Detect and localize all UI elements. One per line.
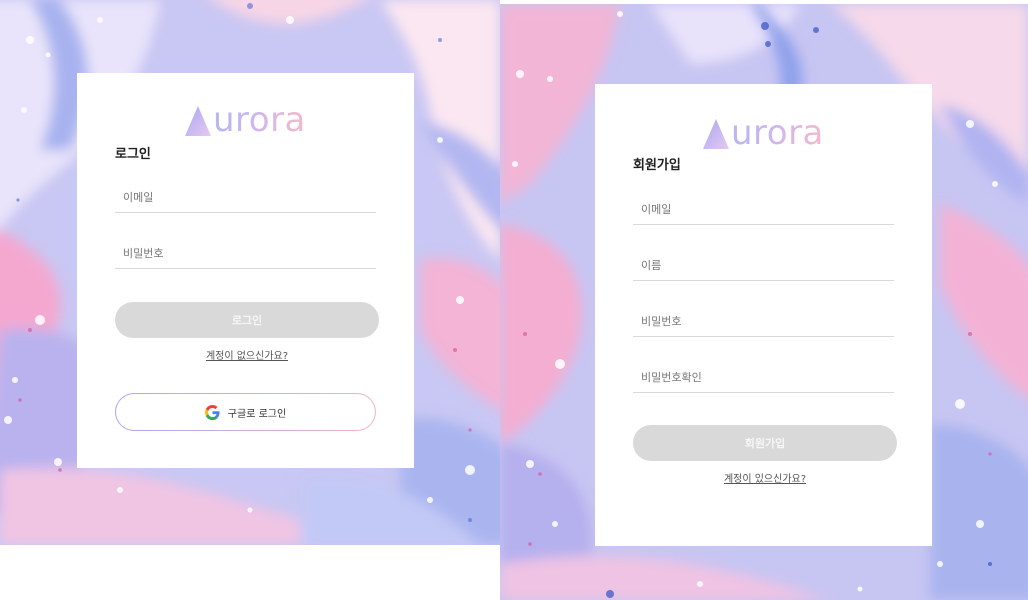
logo-text: urora [731, 113, 824, 153]
login-link-row: 계정이 있으신가요? [633, 470, 897, 485]
login-title: 로그인 [115, 147, 151, 162]
google-icon [204, 404, 220, 420]
login-card: urora 로그인 로그인 계정이 없으신가요? 구글로 로그인 [77, 73, 414, 468]
google-login-label: 구글로 로그인 [227, 408, 287, 420]
signup-button[interactable]: 회원가입 [633, 425, 897, 461]
email-field [115, 183, 376, 213]
signup-card: urora 회원가입 회원가입 계정이 있으신가요? [595, 84, 932, 546]
login-link[interactable]: 계정이 있으신가요? [724, 474, 806, 485]
signup-panel: urora 회원가입 회원가입 계정이 있으신가요? [500, 4, 1028, 600]
password-field [115, 239, 376, 269]
name-input[interactable] [633, 251, 894, 279]
password-confirm-input[interactable] [633, 363, 894, 391]
password-field [633, 307, 894, 337]
login-button[interactable]: 로그인 [115, 302, 379, 338]
logo-text: urora [213, 100, 306, 140]
email-input[interactable] [115, 183, 376, 211]
email-input[interactable] [633, 195, 894, 223]
aurora-logo: urora [184, 103, 306, 137]
password-confirm-field [633, 363, 894, 393]
name-field [633, 251, 894, 281]
signup-link[interactable]: 계정이 없으신가요? [206, 351, 288, 362]
login-panel: urora 로그인 로그인 계정이 없으신가요? 구글로 로그인 [0, 0, 500, 545]
password-input[interactable] [633, 307, 894, 335]
logo-triangle-icon [703, 119, 729, 149]
signup-title: 회원가입 [633, 158, 681, 173]
google-login-button[interactable]: 구글로 로그인 [115, 393, 376, 431]
logo-triangle-icon [185, 106, 211, 136]
password-input[interactable] [115, 239, 376, 267]
email-field [633, 195, 894, 225]
signup-link-row: 계정이 없으신가요? [115, 347, 379, 362]
aurora-logo: urora [702, 116, 824, 150]
